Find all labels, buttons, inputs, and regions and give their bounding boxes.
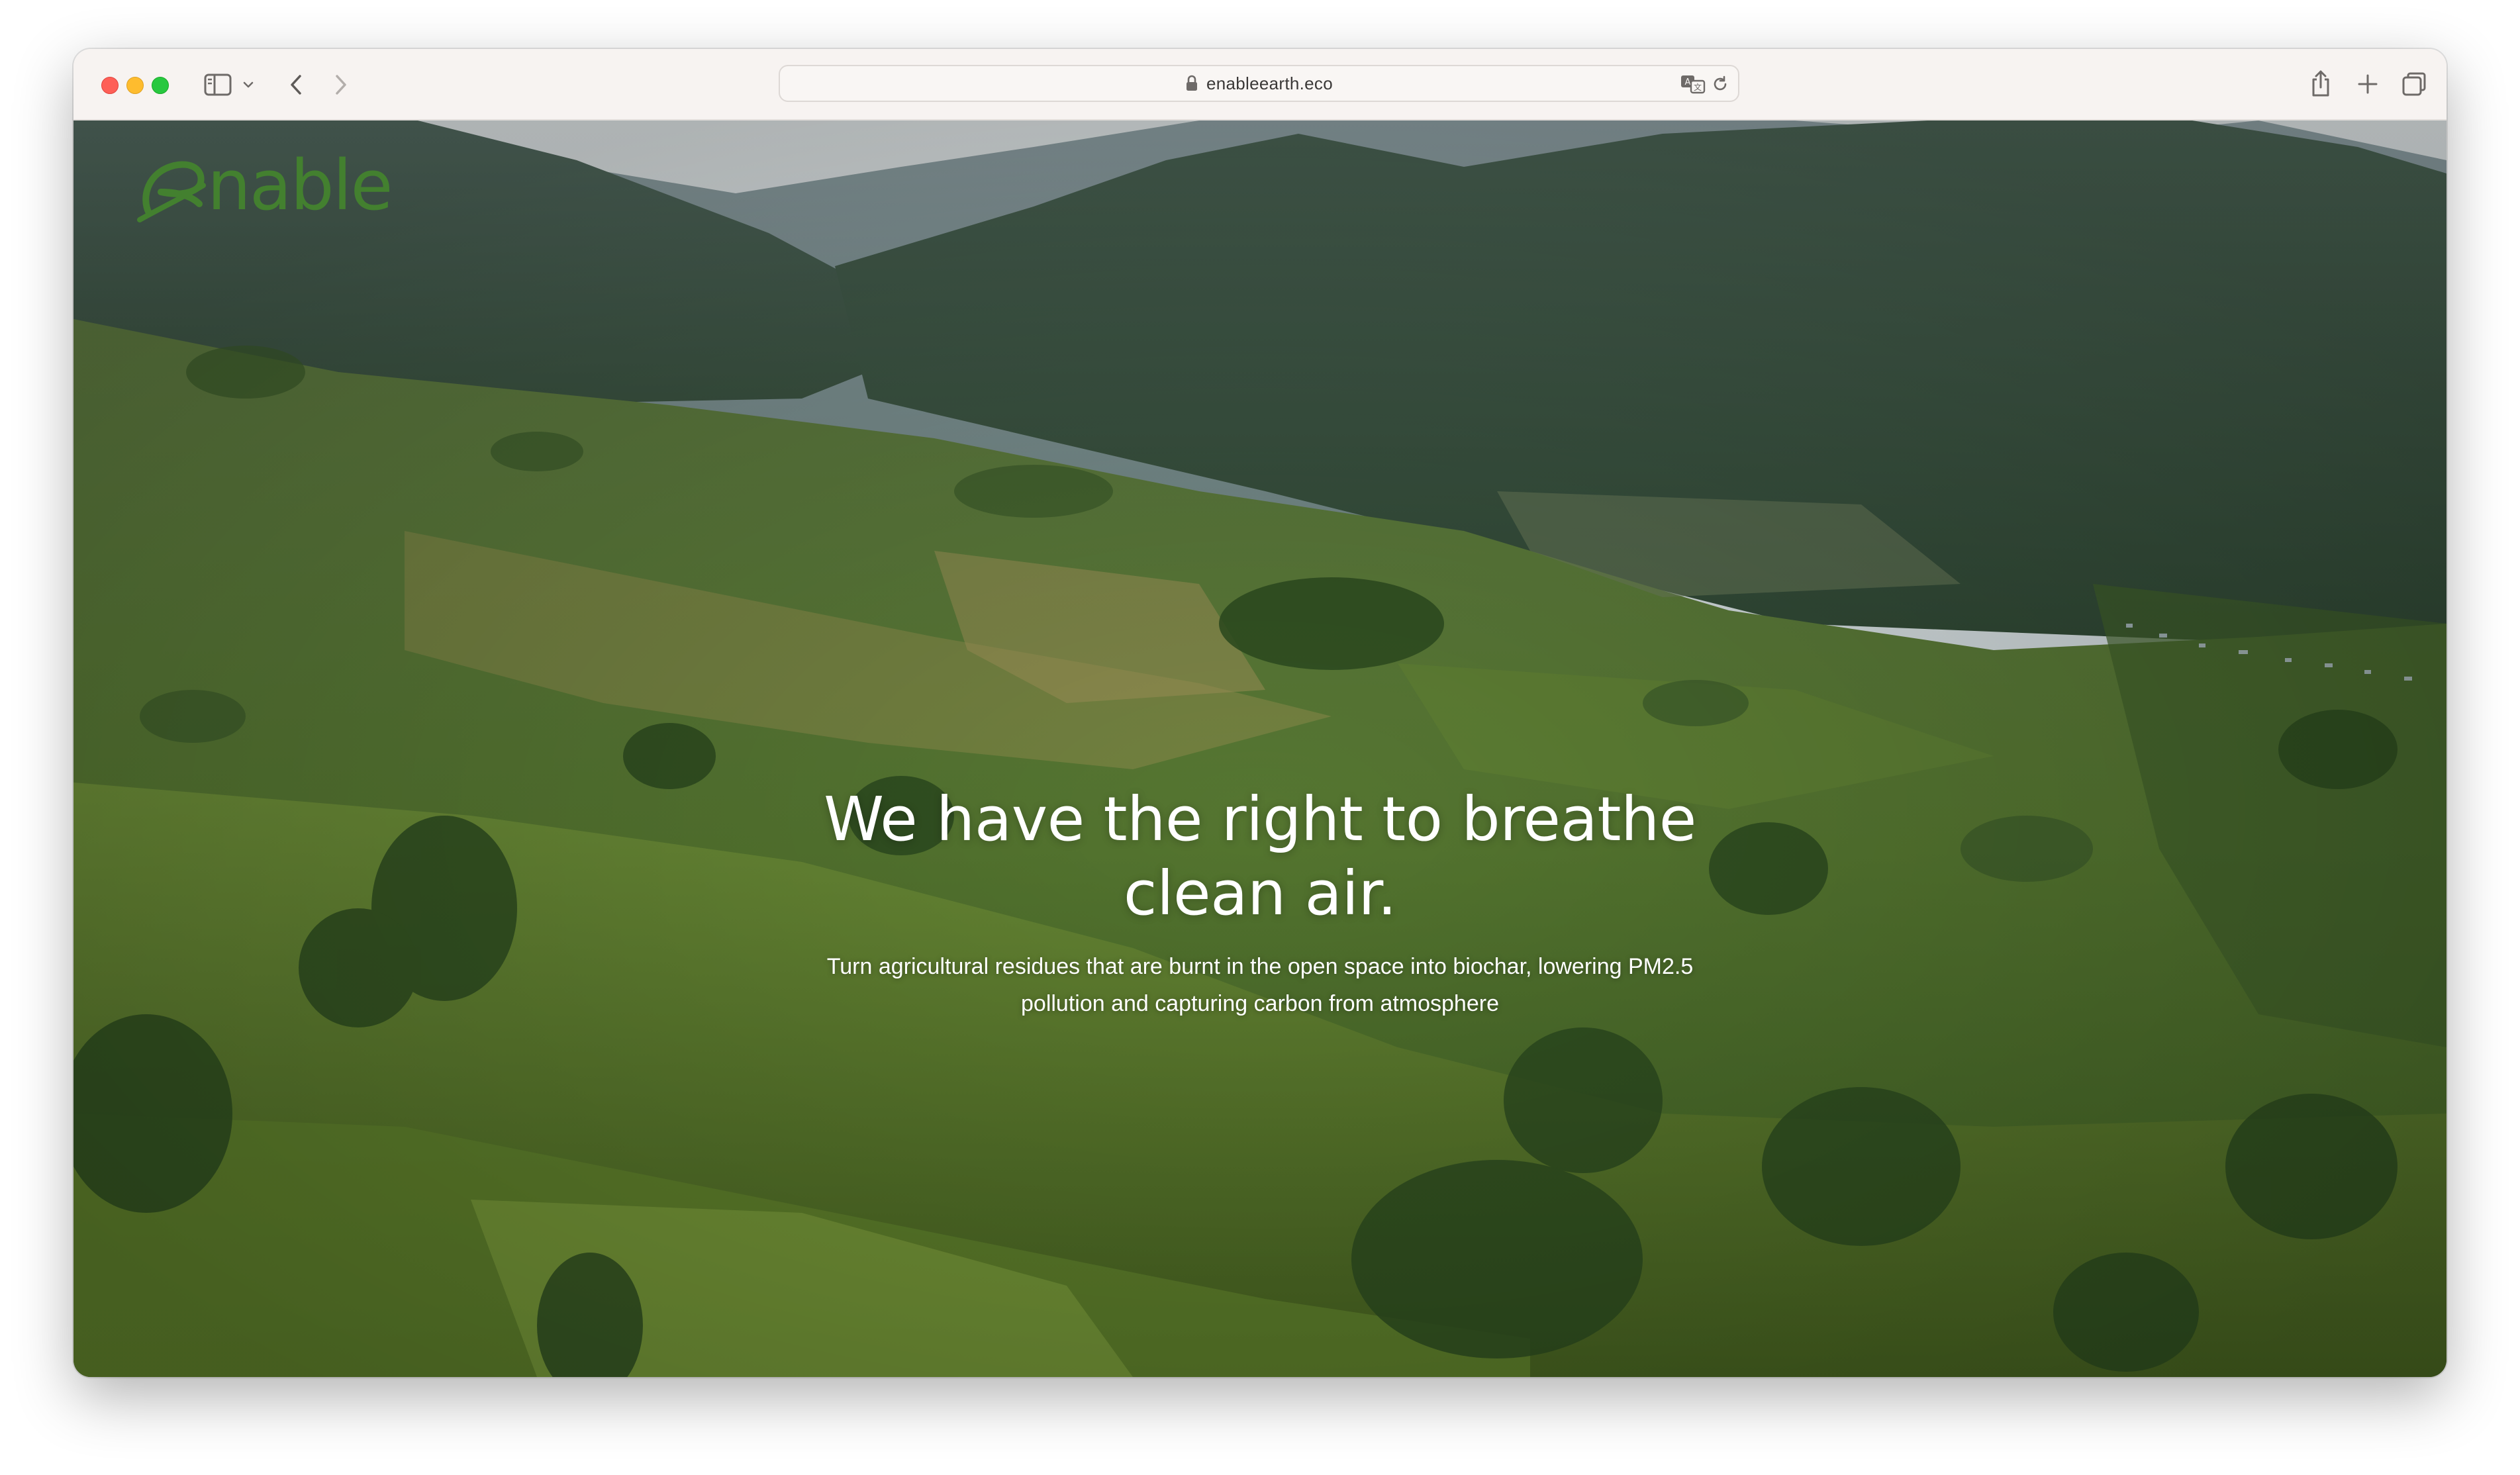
close-window-button[interactable]: [101, 77, 119, 94]
forward-button[interactable]: [328, 70, 354, 99]
chevron-right-icon: [336, 75, 346, 95]
hero-section: We have the right to breathe clean air. …: [664, 783, 1856, 1022]
chevron-left-icon: [291, 75, 301, 95]
url-text: enableearth.eco: [1206, 73, 1333, 93]
browser-window: enableearth.eco A文 nable We have the rig…: [73, 49, 2447, 1377]
browser-toolbar: enableearth.eco A文: [73, 49, 2447, 120]
landscape-background-image: [73, 120, 2447, 1377]
tab-overview-icon[interactable]: [2400, 70, 2428, 98]
sidebar-icon[interactable]: [203, 71, 232, 98]
lock-icon: [1187, 75, 1197, 91]
hero-subtitle: Turn agricultural residues that are burn…: [763, 948, 1757, 1022]
chevron-down-icon[interactable]: [242, 74, 255, 95]
translate-icon[interactable]: A文: [1680, 73, 1706, 95]
zoom-window-button[interactable]: [152, 77, 169, 94]
address-bar[interactable]: enableearth.eco A文: [779, 65, 1739, 102]
enable-logo[interactable]: nable: [134, 145, 452, 226]
page-viewport: nable We have the right to breathe clean…: [73, 120, 2447, 1377]
svg-text:nable: nable: [207, 146, 392, 225]
hero-title-line-2: clean air.: [1123, 858, 1397, 929]
hero-subtitle-line-2: pollution and capturing carbon from atmo…: [1021, 991, 1499, 1016]
hero-title-line-1: We have the right to breathe: [824, 784, 1696, 855]
minimize-window-button[interactable]: [126, 77, 144, 94]
share-icon[interactable]: [2309, 68, 2333, 99]
back-button[interactable]: [283, 70, 309, 99]
hero-title: We have the right to breathe clean air.: [797, 783, 1723, 931]
enable-logo-mark: nable: [137, 145, 393, 226]
plus-icon[interactable]: [2355, 71, 2380, 97]
reload-icon[interactable]: [1710, 74, 1730, 94]
url-display[interactable]: enableearth.eco: [780, 66, 1738, 101]
svg-text:A: A: [1685, 77, 1691, 87]
svg-text:文: 文: [1694, 82, 1702, 92]
hero-subtitle-line-1: Turn agricultural residues that are burn…: [826, 954, 1694, 979]
